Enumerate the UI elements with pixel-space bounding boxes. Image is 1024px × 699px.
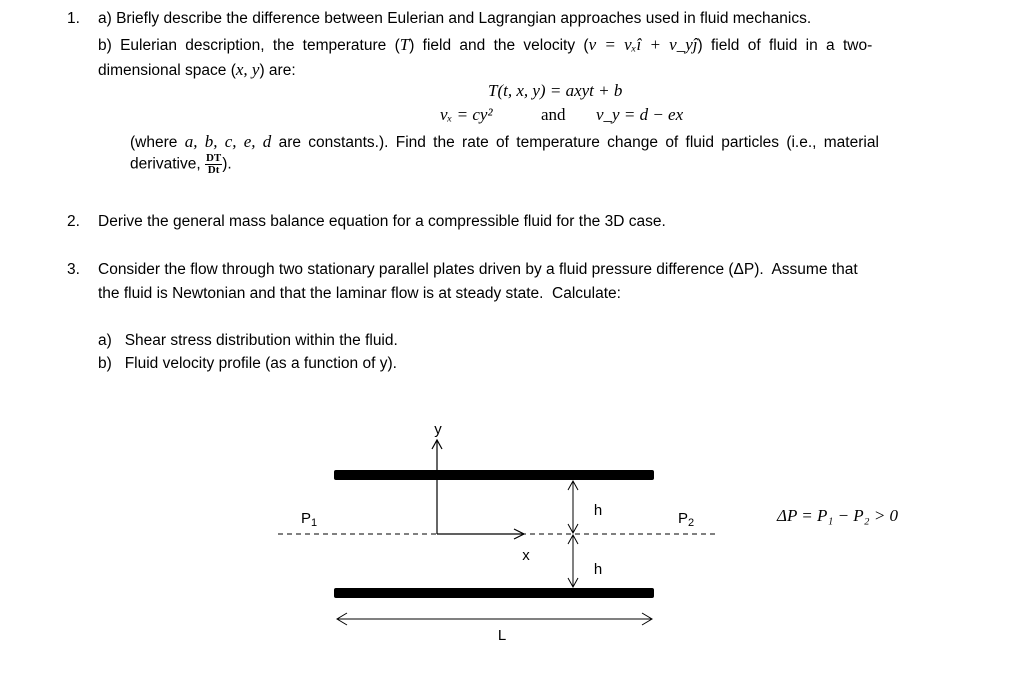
label-P1-subscript: 1 bbox=[311, 517, 317, 529]
label-P1-letter: P bbox=[301, 510, 311, 527]
label-P2: P2 bbox=[678, 510, 694, 529]
label-P2-subscript: 2 bbox=[688, 517, 694, 529]
label-h-bottom: h bbox=[594, 561, 602, 578]
label-x: x bbox=[522, 547, 530, 564]
top-plate bbox=[334, 470, 654, 480]
label-y: y bbox=[434, 421, 442, 438]
label-P1: P1 bbox=[301, 510, 317, 529]
pressure-relation: ΔP = P₁ − P₂ > 0 bbox=[777, 506, 899, 525]
label-h-top: h bbox=[594, 502, 602, 519]
bottom-plate bbox=[334, 588, 654, 598]
label-P2-letter: P bbox=[678, 510, 688, 527]
label-L: L bbox=[498, 627, 506, 644]
parallel-plates-diagram: y x h h L P1 P2 bbox=[278, 421, 716, 644]
